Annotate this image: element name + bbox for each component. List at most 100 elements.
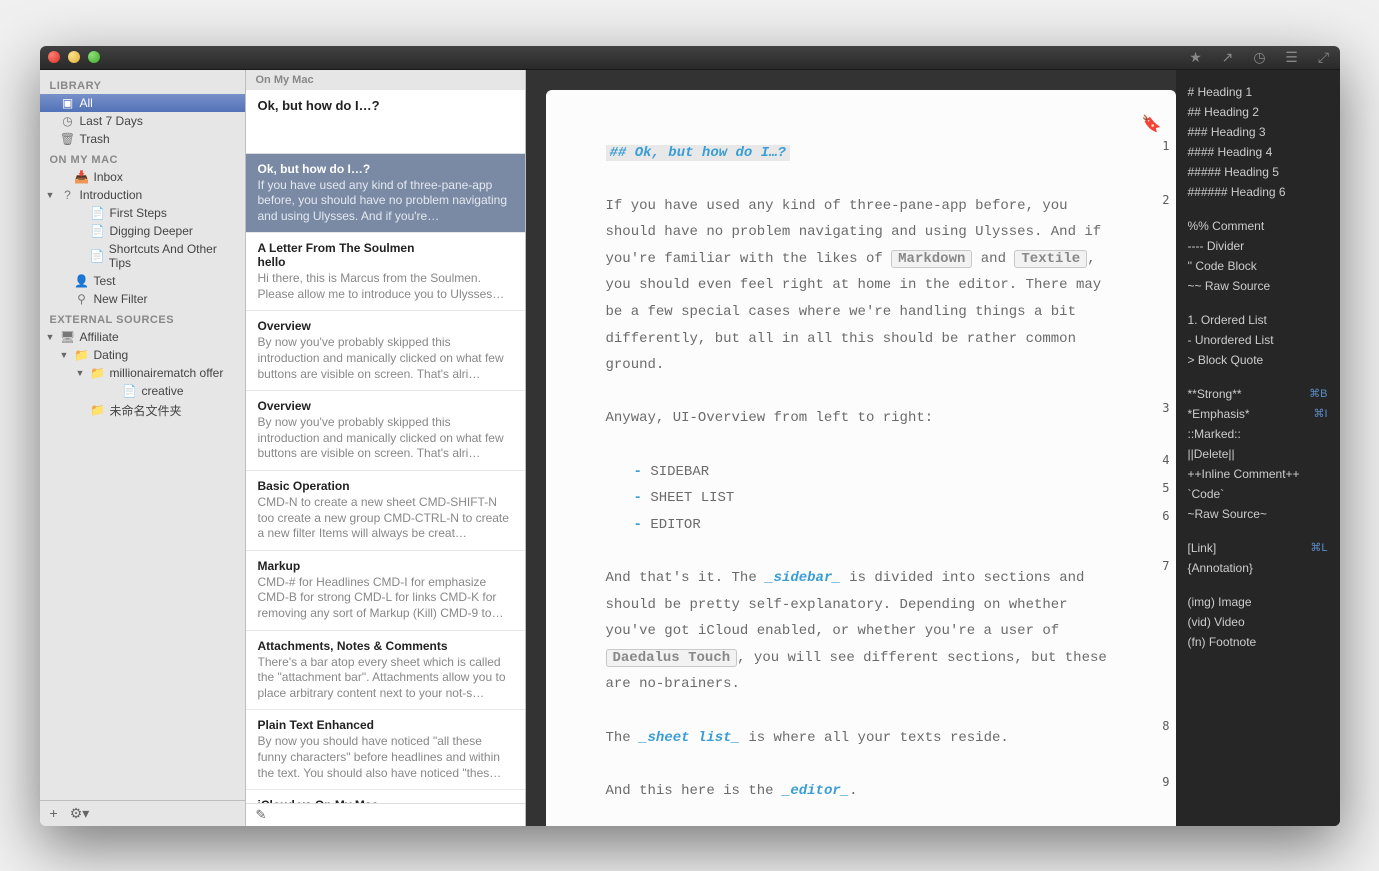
person-icon: 👤: [74, 274, 90, 288]
sidebar-item-label: Dating: [94, 348, 129, 362]
markup-item[interactable]: (fn) Footnote: [1176, 632, 1340, 652]
sidebar-item[interactable]: 🗑Trash: [40, 130, 245, 148]
sidebar-section-header: EXTERNAL SOURCES: [40, 308, 245, 328]
sidebar-item-label: Introduction: [80, 188, 143, 202]
markup-label: # Heading 1: [1188, 85, 1253, 99]
sidebar: LIBRARY▣All◷Last 7 Days🗑TrashON MY MAC📥I…: [40, 70, 246, 826]
close-window-button[interactable]: [48, 51, 60, 63]
sheet-item[interactable]: A Letter From The SoulmenhelloHi there, …: [246, 233, 525, 311]
markup-label: ## Heading 2: [1188, 105, 1259, 119]
sheet-preview: Hi there, this is Marcus from the Soulme…: [258, 271, 513, 302]
markup-item[interactable]: **Strong**⌘B: [1176, 384, 1340, 404]
markup-item[interactable]: {Annotation}: [1176, 558, 1340, 578]
markup-item[interactable]: ||Delete||: [1176, 444, 1340, 464]
zoom-window-button[interactable]: [88, 51, 100, 63]
markup-group: %% Comment ---- Divider '' Code Block ~~ Ra…: [1176, 212, 1340, 306]
markup-item[interactable]: [Link]⌘L: [1176, 538, 1340, 558]
sidebar-item[interactable]: ▣ All: [40, 94, 245, 112]
add-button[interactable]: +: [50, 805, 58, 822]
sidebar-item[interactable]: 📄Shortcuts And Other Tips: [40, 240, 245, 272]
markup-item[interactable]: ::Marked::: [1176, 424, 1340, 444]
disclosure-triangle-icon[interactable]: ▼: [60, 350, 70, 360]
line-number: 5: [1162, 482, 1169, 494]
attachment-icon[interactable]: 🔖: [1142, 110, 1162, 140]
sidebar-item[interactable]: ◷Last 7 Days: [40, 112, 245, 130]
markup-item[interactable]: ##### Heading 5: [1176, 162, 1340, 182]
markup-item[interactable]: #### Heading 4: [1176, 142, 1340, 162]
clock-icon[interactable]: ◷: [1252, 49, 1268, 66]
markup-item[interactable]: ###### Heading 6: [1176, 182, 1340, 202]
sidebar-item[interactable]: 📥Inbox: [40, 168, 245, 186]
markup-label: *Emphasis*: [1188, 407, 1250, 421]
archive-icon: ▣: [60, 96, 76, 110]
sheet-title: Plain Text Enhanced: [258, 718, 513, 732]
markup-item[interactable]: ~~ Raw Source: [1176, 276, 1340, 296]
sidebar-item[interactable]: 👤Test: [40, 272, 245, 290]
sheet-list-footer: ✎: [246, 803, 525, 826]
markup-label: ---- Divider: [1188, 239, 1245, 253]
sidebar-scroll[interactable]: LIBRARY▣All◷Last 7 Days🗑TrashON MY MAC📥I…: [40, 70, 245, 800]
compose-icon[interactable]: ✎: [256, 807, 267, 822]
markup-item[interactable]: *Emphasis*⌘I: [1176, 404, 1340, 424]
markup-item[interactable]: (img) Image: [1176, 592, 1340, 612]
sheet-list: On My Mac Ok, but how do I…? Ok, but how…: [246, 70, 526, 826]
disclosure-triangle-icon[interactable]: ▼: [46, 332, 56, 342]
line-number: 9: [1162, 776, 1169, 788]
emphasis-editor: _editor_: [782, 783, 849, 799]
editor-paragraph: Anyway, UI-Overview from left to right:: [606, 405, 1116, 432]
sidebar-item[interactable]: 📄First Steps: [40, 204, 245, 222]
markup-item[interactable]: %% Comment: [1176, 216, 1340, 236]
doc-icon: 📄: [90, 224, 106, 238]
sidebar-item[interactable]: 📁未命名文件夹: [40, 400, 245, 421]
list-icon[interactable]: ☰: [1284, 49, 1300, 66]
markup-label: 1. Ordered List: [1188, 313, 1267, 327]
sidebar-item[interactable]: ▼📁millionairematch offer: [40, 364, 245, 382]
markup-item[interactable]: ---- Divider: [1176, 236, 1340, 256]
sheet-preview: By now you've probably skipped this intr…: [258, 415, 513, 462]
sidebar-item[interactable]: ▼🖥Affiliate: [40, 328, 245, 346]
markup-item[interactable]: `Code`: [1176, 484, 1340, 504]
markup-item[interactable]: ### Heading 3: [1176, 122, 1340, 142]
sheet-item[interactable]: Basic OperationCMD-N to create a new she…: [246, 471, 525, 551]
sheet-item[interactable]: Attachments, Notes & CommentsThere's a b…: [246, 631, 525, 711]
sidebar-item-label: creative: [142, 384, 184, 398]
markup-item[interactable]: ## Heading 2: [1176, 102, 1340, 122]
sidebar-item[interactable]: 📄creative: [40, 382, 245, 400]
star-icon[interactable]: ★: [1188, 49, 1204, 66]
line-number: 1: [1162, 140, 1169, 152]
expand-icon[interactable]: ⤢: [1316, 49, 1332, 66]
sidebar-item[interactable]: ⚲New Filter: [40, 290, 245, 308]
markup-item[interactable]: 1. Ordered List: [1176, 310, 1340, 330]
emphasis-sidebar: _sidebar_: [765, 570, 841, 586]
markup-shortcut: ⌘B: [1309, 387, 1327, 401]
markup-label: ##### Heading 5: [1188, 165, 1279, 179]
sheet-item[interactable]: Ok, but how do I…?If you have used any k…: [246, 154, 525, 234]
line-number: 4: [1162, 454, 1169, 466]
sheet-item[interactable]: iCloud vs On My MacIn "Overview", it sta…: [246, 790, 525, 802]
disclosure-triangle-icon[interactable]: ▼: [46, 190, 56, 200]
editor[interactable]: 🔖 ## Ok, but how do I…? If you have used…: [546, 90, 1176, 826]
sidebar-item[interactable]: 📄Digging Deeper: [40, 222, 245, 240]
sheet-list-title: Ok, but how do I…?: [246, 90, 525, 154]
markup-item[interactable]: - Unordered List: [1176, 330, 1340, 350]
sheet-item[interactable]: OverviewBy now you've probably skipped t…: [246, 391, 525, 471]
gear-icon[interactable]: ⚙▾: [70, 805, 90, 822]
markup-label: ~~ Raw Source: [1188, 279, 1271, 293]
markup-item[interactable]: ~Raw Source~: [1176, 504, 1340, 524]
share-icon[interactable]: ↗: [1220, 49, 1236, 66]
markup-item[interactable]: ++Inline Comment++: [1176, 464, 1340, 484]
sheet-item[interactable]: Plain Text EnhancedBy now you should hav…: [246, 710, 525, 790]
sidebar-item[interactable]: ▼?Introduction: [40, 186, 245, 204]
minimize-window-button[interactable]: [68, 51, 80, 63]
sidebar-item-label: All: [80, 96, 93, 110]
sidebar-item-label: Shortcuts And Other Tips: [109, 242, 239, 270]
sheet-list-scroll[interactable]: Ok, but how do I…?If you have used any k…: [246, 154, 525, 803]
sheet-item[interactable]: OverviewBy now you've probably skipped t…: [246, 311, 525, 391]
markup-item[interactable]: (vid) Video: [1176, 612, 1340, 632]
sidebar-item[interactable]: ▼📁Dating: [40, 346, 245, 364]
markup-item[interactable]: > Block Quote: [1176, 350, 1340, 370]
disclosure-triangle-icon[interactable]: ▼: [76, 368, 86, 378]
markup-item[interactable]: '' Code Block: [1176, 256, 1340, 276]
sheet-item[interactable]: MarkupCMD-# for Headlines CMD-I for emph…: [246, 551, 525, 631]
markup-item[interactable]: # Heading 1: [1176, 82, 1340, 102]
